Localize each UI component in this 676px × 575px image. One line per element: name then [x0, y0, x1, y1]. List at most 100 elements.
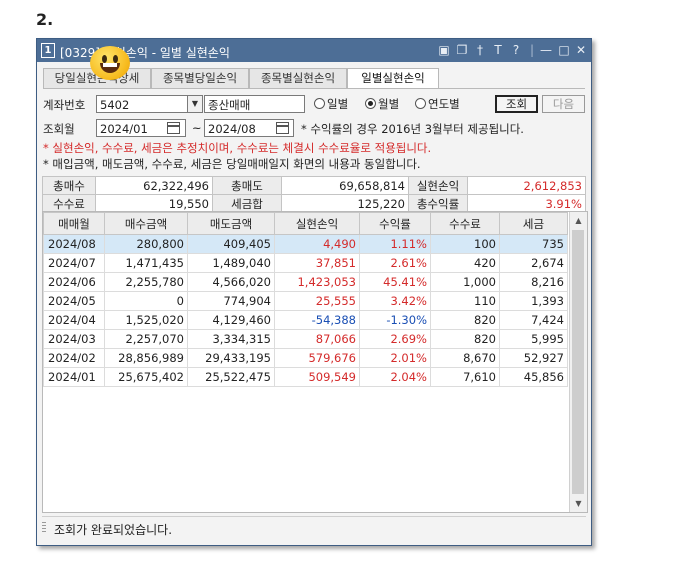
pin-icon[interactable]: †	[473, 43, 487, 57]
tab-item-daily[interactable]: 종목별당일손익	[151, 68, 249, 88]
cell-pl: 579,676	[274, 348, 360, 368]
cell-tax: 2,674	[499, 253, 568, 273]
cell-fee: 820	[430, 310, 500, 330]
cell-month: 2024/02	[43, 348, 105, 368]
tab-item-realized[interactable]: 종목별실현손익	[249, 68, 347, 88]
cell-fee: 100	[430, 234, 500, 254]
cell-rate: 2.04%	[359, 367, 431, 387]
table-row[interactable]: 2024/07 1,471,435 1,489,040 37,851 2.61% 420 2…	[43, 253, 568, 273]
summary-table: 총매수 62,322,496 총매도 69,658,814 실현손익 2,612…	[42, 176, 586, 213]
start-calendar-icon[interactable]	[167, 122, 180, 134]
query-month-label: 조회월	[43, 122, 75, 136]
text-icon[interactable]: T	[491, 43, 505, 57]
cell-tax: 1,393	[499, 291, 568, 311]
minimize-icon[interactable]: —	[539, 43, 553, 57]
realized-pl-window: 1 [0329] 실현손익 - 일별 실현손익 ▣ ❐ † T ? | — □ …	[36, 38, 592, 546]
tax-value: 125,220	[281, 194, 409, 213]
table-row[interactable]: 2024/08 280,800 409,405 4,490 1.11% 100 735	[43, 234, 568, 254]
cell-month: 2024/03	[43, 329, 105, 349]
cell-tax: 52,927	[499, 348, 568, 368]
period-yearly-label[interactable]: 연도별	[428, 96, 460, 112]
table-row[interactable]: 2024/04 1,525,020 4,129,460 -54,388 -1.30% 82…	[43, 310, 568, 330]
col-header-fee[interactable]: 수수료	[430, 212, 500, 235]
fee-label: 수수료	[42, 194, 96, 213]
realized-pl-label: 실현손익	[408, 176, 468, 195]
table-row[interactable]: 2024/01 25,675,402 25,522,475 509,549 2.04% 7…	[43, 367, 568, 387]
cell-month: 2024/01	[43, 367, 105, 387]
same-data-notice: * 매입금액, 매도금액, 수수료, 세금은 당일매매일지 화면의 내용과 동일…	[43, 157, 421, 171]
period-yearly-radio[interactable]	[415, 98, 426, 109]
cell-month: 2024/05	[43, 291, 105, 311]
close-icon[interactable]: ✕	[574, 43, 588, 57]
period-monthly-label[interactable]: 월별	[378, 96, 399, 112]
status-message: 조회가 완료되었습니다.	[54, 523, 173, 537]
cell-tax: 735	[499, 234, 568, 254]
maximize-icon[interactable]: □	[557, 43, 571, 57]
total-return-value: 3.91%	[467, 194, 586, 213]
col-header-tax[interactable]: 세금	[499, 212, 568, 235]
scroll-thumb[interactable]	[572, 230, 584, 494]
total-return-label: 총수익률	[408, 194, 468, 213]
period-monthly-radio[interactable]	[365, 98, 376, 109]
cell-fee: 420	[430, 253, 500, 273]
cell-pl: -54,388	[274, 310, 360, 330]
cell-sell: 4,566,020	[187, 272, 275, 292]
cell-tax: 8,216	[499, 272, 568, 292]
end-calendar-icon[interactable]	[276, 122, 289, 134]
col-header-buy[interactable]: 매수금액	[104, 212, 188, 235]
tab-divider	[43, 88, 585, 89]
col-header-rate[interactable]: 수익률	[359, 212, 431, 235]
search-button[interactable]: 조회	[495, 95, 538, 113]
cell-fee: 7,610	[430, 367, 500, 387]
period-daily-label[interactable]: 일별	[327, 96, 348, 112]
realized-pl-value: 2,612,853	[467, 176, 586, 195]
period-daily-radio[interactable]	[314, 98, 325, 109]
cell-rate: 45.41%	[359, 272, 431, 292]
fee-value: 19,550	[95, 194, 213, 213]
table-row[interactable]: 2024/06 2,255,780 4,566,020 1,423,053 45.41%…	[43, 272, 568, 292]
tax-label: 세금합	[212, 194, 282, 213]
cell-fee: 110	[430, 291, 500, 311]
return-rate-notice: * 수익률의 경우 2016년 3월부터 제공됩니다.	[301, 122, 524, 136]
cell-month: 2024/06	[43, 272, 105, 292]
grip-icon	[42, 522, 46, 534]
table-row[interactable]: 2024/02 28,856,989 29,433,195 579,676 2.01% 8…	[43, 348, 568, 368]
col-header-pl[interactable]: 실현손익	[274, 212, 360, 235]
window-icon[interactable]: ▣	[437, 43, 451, 57]
col-header-month[interactable]: 매매월	[43, 212, 105, 235]
cell-fee: 8,670	[430, 348, 500, 368]
copy-icon[interactable]: ❐	[455, 43, 469, 57]
col-header-sell[interactable]: 매도금액	[187, 212, 275, 235]
results-table: 매매월 매수금액 매도금액 실현손익 수익률 수수료 세금 2024/08 280…	[43, 212, 568, 387]
account-label: 계좌번호	[43, 98, 86, 112]
cell-buy: 1,525,020	[104, 310, 188, 330]
cell-rate: 2.01%	[359, 348, 431, 368]
date-range-separator: ~	[192, 121, 202, 135]
cell-sell: 3,334,315	[187, 329, 275, 349]
cell-rate: 1.11%	[359, 234, 431, 254]
account-number-field[interactable]: 5402	[96, 95, 189, 113]
total-sell-label: 총매도	[212, 176, 282, 195]
scroll-down-icon[interactable]: ▼	[570, 495, 587, 512]
scroll-up-icon[interactable]: ▲	[570, 212, 587, 229]
header-row: 매매월 매수금액 매도금액 실현손익 수익률 수수료 세금	[43, 212, 568, 235]
table-row[interactable]: 2024/05 0 774,904 25,555 3.42% 110 1,393	[43, 291, 568, 311]
cell-rate: 2.61%	[359, 253, 431, 273]
account-dropdown-button[interactable]: ▼	[187, 95, 203, 113]
cell-rate: 2.69%	[359, 329, 431, 349]
window-title: [0329] 실현손익 - 일별 실현손익	[60, 46, 230, 60]
cell-fee: 820	[430, 329, 500, 349]
cell-buy: 0	[104, 291, 188, 311]
cell-month: 2024/08	[43, 234, 105, 254]
cell-tax: 5,995	[499, 329, 568, 349]
window-number[interactable]: 1	[41, 43, 55, 58]
tab-daily-realized[interactable]: 일별실현손익	[347, 68, 439, 89]
vertical-scrollbar[interactable]: ▲ ▼	[569, 212, 587, 512]
cell-pl: 4,490	[274, 234, 360, 254]
help-icon[interactable]: ?	[509, 43, 523, 57]
monthly-results-grid[interactable]: 매매월 매수금액 매도금액 실현손익 수익률 수수료 세금 2024/08 280…	[42, 211, 588, 513]
cell-sell: 25,522,475	[187, 367, 275, 387]
next-button[interactable]: 다음	[542, 95, 585, 113]
cell-sell: 4,129,460	[187, 310, 275, 330]
table-row[interactable]: 2024/03 2,257,070 3,334,315 87,066 2.69% 820 5…	[43, 329, 568, 349]
